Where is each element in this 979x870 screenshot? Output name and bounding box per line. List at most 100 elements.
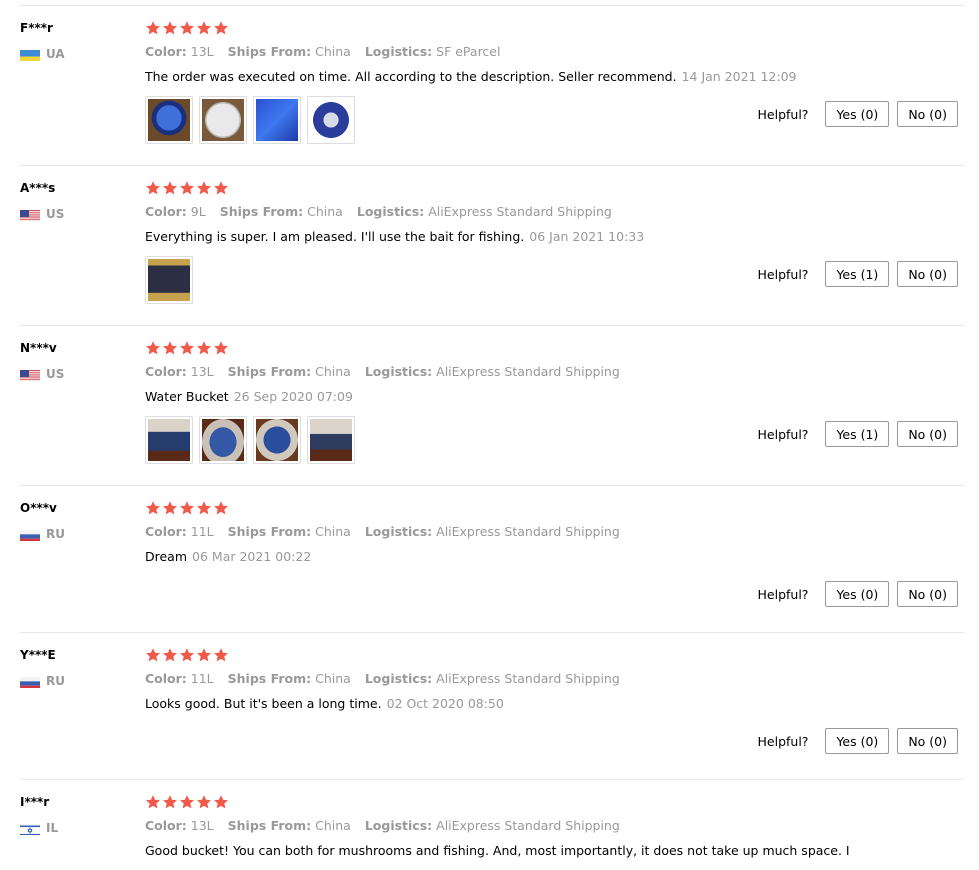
helpful-no-button[interactable]: No (0)	[897, 421, 958, 447]
reviewer-name: A***s	[20, 181, 56, 195]
star-icon	[213, 500, 229, 516]
review-meta: Color: 13L Ships From: China Logistics: Al…	[145, 818, 634, 833]
reviewer-country: UA	[20, 47, 65, 61]
color-option-label: Color:	[145, 524, 187, 539]
review-text: Everything is super. I am pleased. I'll …	[145, 229, 525, 244]
bucket-on-table-photo-image	[148, 259, 190, 301]
review-item: N***v US Color: 13L Ships From: China Logist…	[20, 325, 964, 486]
bucket-folded-photo-image	[202, 419, 244, 461]
helpful-yes-button[interactable]: Yes (1)	[825, 421, 890, 447]
logistics: Logistics: AliExpress Standard Shipping	[365, 671, 620, 686]
flag-il-icon	[20, 822, 40, 835]
star-icon	[162, 340, 178, 356]
color-option-value: 11L	[190, 671, 214, 686]
star-icon	[179, 20, 195, 36]
ships-from: Ships From: China	[228, 364, 351, 379]
star-icon	[213, 647, 229, 663]
star-icon	[162, 647, 178, 663]
logistics-label: Logistics:	[356, 204, 425, 219]
color-option: Color: 9L	[145, 204, 206, 219]
color-option-value: 13L	[190, 818, 214, 833]
reviewer-country: IL	[20, 821, 58, 835]
logistics-value: SF eParcel	[436, 44, 501, 59]
bucket-side-photo-image	[148, 419, 190, 461]
ships-from: Ships From: China	[228, 818, 351, 833]
star-icon	[213, 794, 229, 810]
ships-from: Ships From: China	[228, 44, 351, 59]
country-code: US	[46, 207, 65, 221]
bucket-side-photo[interactable]	[145, 416, 193, 464]
reviewer-name: N***v	[20, 341, 57, 355]
review-text: Water Bucket	[145, 389, 229, 404]
bucket-top-photo[interactable]	[253, 416, 301, 464]
review-list: F***r UA Color: 13L Ships From: China Logist…	[0, 0, 979, 863]
reviewer-name: O***v	[20, 501, 57, 515]
ships-from-label: Ships From:	[227, 524, 312, 539]
helpful-no-button[interactable]: No (0)	[897, 581, 958, 607]
star-icon	[162, 180, 178, 196]
helpful-yes-button[interactable]: Yes (0)	[825, 728, 890, 754]
star-icon	[145, 500, 161, 516]
country-code: US	[46, 367, 65, 381]
star-icon	[145, 794, 161, 810]
blue-bucket-photo[interactable]	[145, 96, 193, 144]
star-icon	[213, 20, 229, 36]
helpful-no-button[interactable]: No (0)	[897, 101, 958, 127]
blue-bucket-flat-photo-image	[256, 99, 298, 141]
review-date: 26 Sep 2020 07:09	[233, 389, 353, 404]
color-option: Color: 13L	[145, 44, 214, 59]
logistics: Logistics: AliExpress Standard Shipping	[365, 364, 620, 379]
color-option-label: Color:	[145, 44, 187, 59]
reviewer-country: US	[20, 207, 64, 221]
review-item: F***r UA Color: 13L Ships From: China Logist…	[20, 5, 964, 166]
helpful-no-button[interactable]: No (0)	[897, 728, 958, 754]
review-photos	[145, 416, 355, 464]
color-option-label: Color:	[145, 364, 187, 379]
color-option-value: 13L	[190, 364, 214, 379]
flag-us-icon	[20, 368, 40, 381]
helpful-no-button[interactable]: No (0)	[897, 261, 958, 287]
country-code: RU	[46, 527, 65, 541]
logistics-value: AliExpress Standard Shipping	[436, 524, 620, 539]
star-icon	[162, 794, 178, 810]
white-bucket-top-photo[interactable]	[199, 96, 247, 144]
helpful-label: Helpful?	[757, 426, 809, 442]
white-bucket-top-photo-image	[202, 99, 244, 141]
review-content: The order was executed on time. All acco…	[145, 69, 797, 84]
bucket-on-table-photo[interactable]	[145, 256, 193, 304]
review-photos	[145, 256, 193, 304]
review-date: 14 Jan 2021 12:09	[681, 69, 797, 84]
ships-from-value: China	[315, 44, 351, 59]
star-icon	[179, 500, 195, 516]
star-rating	[145, 20, 229, 36]
star-icon	[145, 180, 161, 196]
ships-from: Ships From: China	[228, 671, 351, 686]
country-code: IL	[46, 821, 59, 835]
helpful-votes: Helpful? Yes (1) No (0)	[758, 421, 958, 447]
star-icon	[145, 340, 161, 356]
helpful-yes-button[interactable]: Yes (1)	[825, 261, 890, 287]
review-text: The order was executed on time. All acco…	[145, 69, 677, 84]
bucket-folded-photo[interactable]	[199, 416, 247, 464]
helpful-yes-button[interactable]: Yes (0)	[825, 101, 890, 127]
helpful-yes-button[interactable]: Yes (0)	[825, 581, 890, 607]
ships-from: Ships From: China	[220, 204, 343, 219]
ships-from-label: Ships From:	[227, 44, 312, 59]
blue-bucket-flat-photo[interactable]	[253, 96, 301, 144]
blue-bucket-photo-image	[148, 99, 190, 141]
bucket-inside-photo[interactable]	[307, 96, 355, 144]
star-icon	[162, 20, 178, 36]
color-option: Color: 13L	[145, 818, 214, 833]
logistics-label: Logistics:	[364, 364, 433, 379]
star-icon	[162, 500, 178, 516]
bucket-top-photo-image	[256, 419, 298, 461]
star-rating	[145, 647, 229, 663]
flag-ua-icon	[20, 48, 40, 61]
ships-from-label: Ships From:	[227, 671, 312, 686]
flag-us-icon	[20, 208, 40, 221]
logistics: Logistics: AliExpress Standard Shipping	[357, 204, 612, 219]
color-option: Color: 13L	[145, 364, 214, 379]
bucket-open-photo[interactable]	[307, 416, 355, 464]
review-item: Y***E RU Color: 11L Ships From: China Logist…	[20, 632, 964, 780]
review-meta: Color: 11L Ships From: China Logistics: Al…	[145, 524, 634, 539]
